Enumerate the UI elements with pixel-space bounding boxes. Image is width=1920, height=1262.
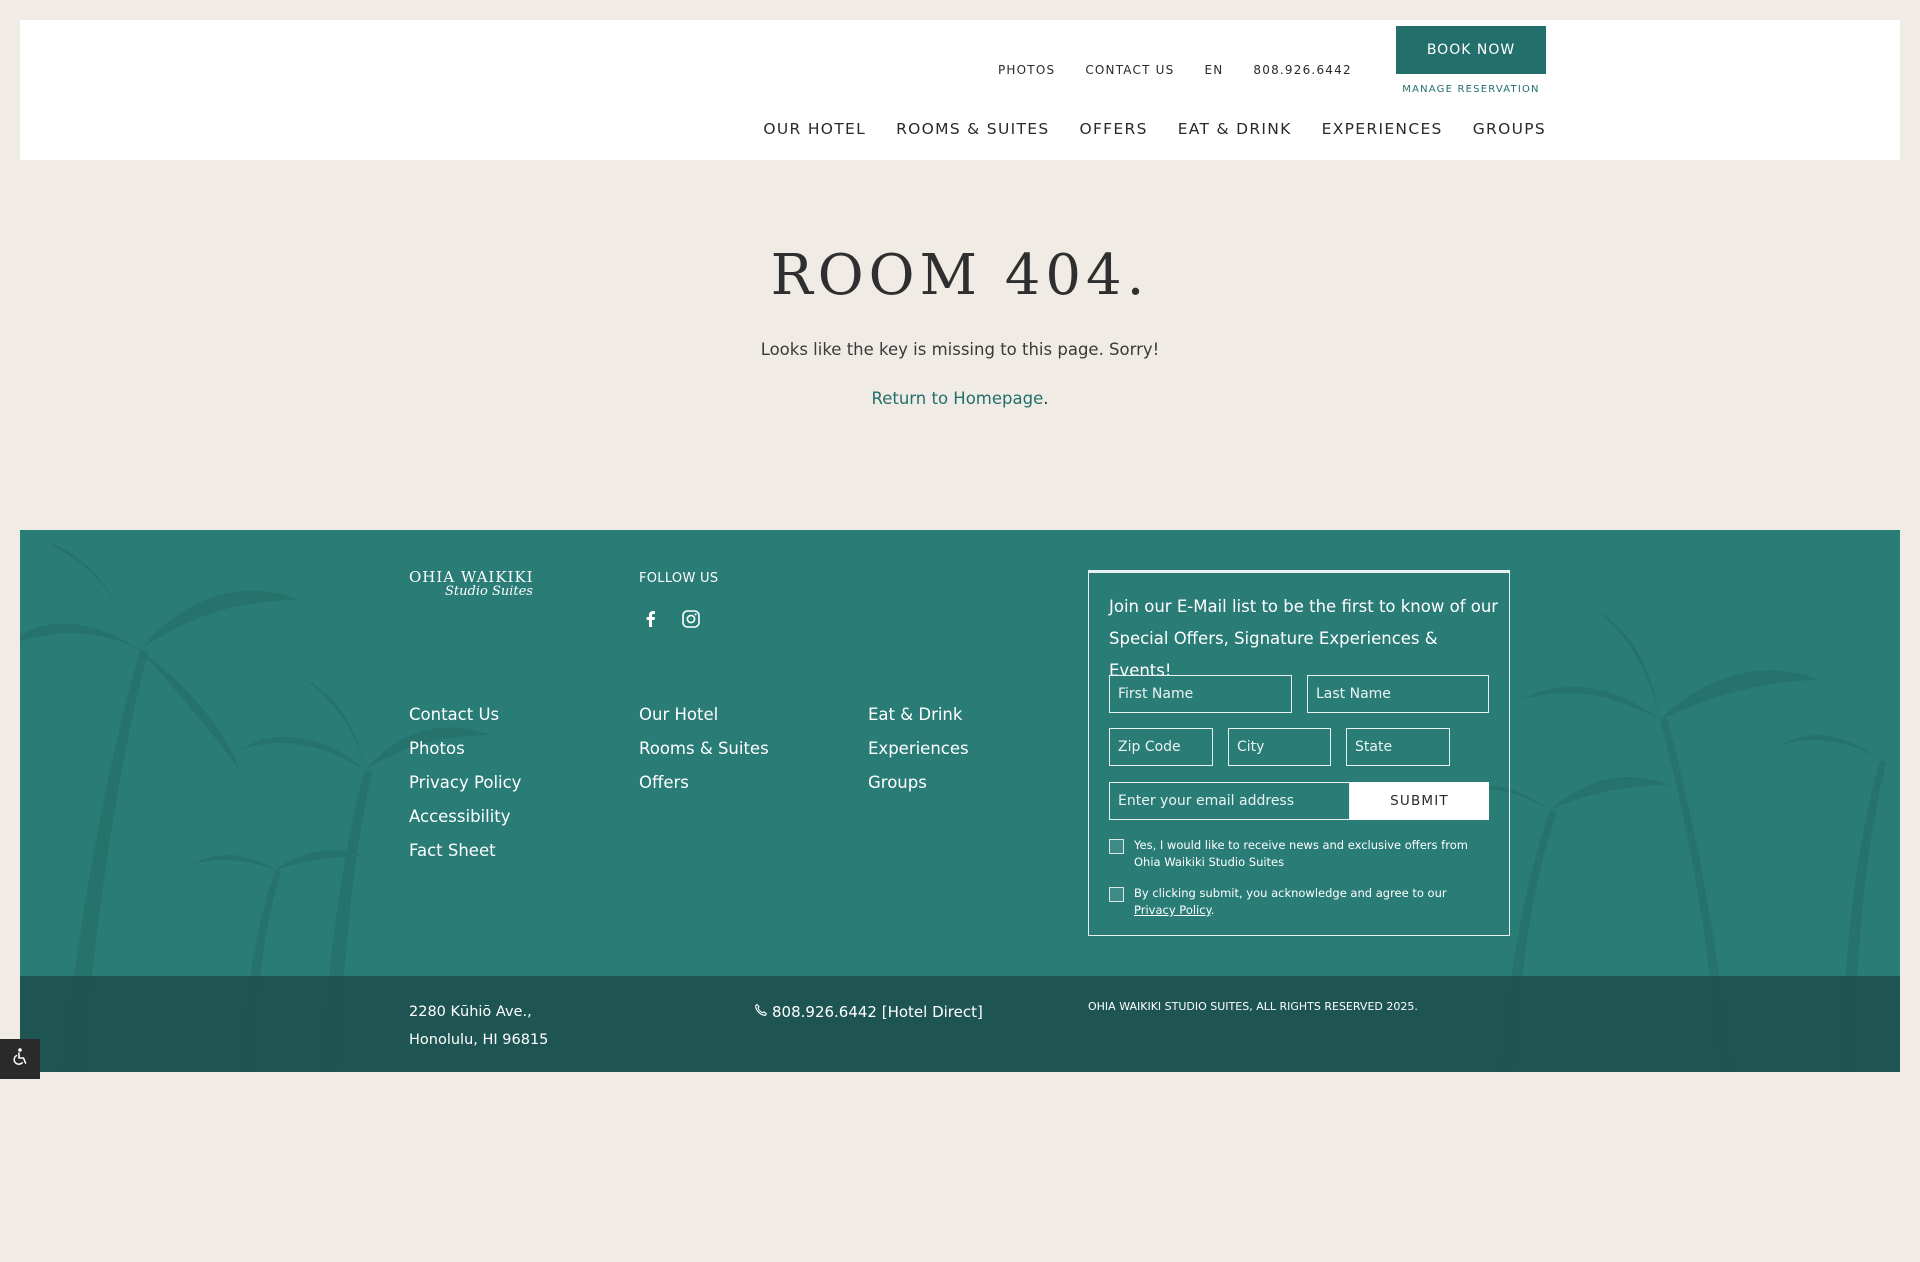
error-content: ROOM 404. Looks like the key is missing …: [0, 236, 1920, 408]
return-homepage-link[interactable]: Return to Homepage: [872, 389, 1044, 408]
return-suffix: .: [1043, 389, 1049, 408]
consent-news-checkbox[interactable]: [1109, 839, 1124, 854]
signup-heading: Join our E-Mail list to be the first to …: [1109, 597, 1499, 680]
site-header: PHOTOS CONTACT US EN 808.926.6442 BOOK N…: [20, 20, 1900, 160]
return-line: Return to Homepage.: [0, 389, 1920, 408]
consent-news-label: Yes, I would like to receive news and ex…: [1134, 838, 1468, 869]
language-selector[interactable]: EN: [1204, 42, 1223, 78]
footer-link-groups[interactable]: Groups: [868, 772, 969, 793]
footer-links-col3: Eat & Drink Experiences Groups: [868, 704, 969, 793]
consent-row-news: Yes, I would like to receive news and ex…: [1109, 837, 1484, 871]
address-line1: 2280 Kūhiō Ave.,: [409, 1004, 532, 1020]
email-input[interactable]: [1109, 782, 1350, 820]
util-link-photos[interactable]: PHOTOS: [998, 42, 1055, 78]
error-title: ROOM 404.: [770, 243, 1150, 308]
nav-experiences[interactable]: EXPERIENCES: [1322, 120, 1443, 138]
instagram-icon[interactable]: [681, 609, 701, 629]
footer-link-eat-drink[interactable]: Eat & Drink: [868, 704, 969, 725]
copyright-text: OHIA WAIKIKI STUDIO SUITES, ALL RIGHTS R…: [1088, 1000, 1418, 1013]
footer-link-accessibility[interactable]: Accessibility: [409, 806, 521, 827]
accessibility-icon: [10, 1047, 30, 1071]
first-name-input[interactable]: [1109, 675, 1292, 713]
state-input[interactable]: [1346, 728, 1450, 766]
hotel-address: 2280 Kūhiō Ave., Honolulu, HI 96815: [409, 998, 548, 1054]
social-links: [641, 609, 701, 629]
book-now-button[interactable]: BOOK NOW: [1396, 26, 1546, 74]
footer-links-col2: Our Hotel Rooms & Suites Offers: [639, 704, 769, 793]
follow-us-label: FOLLOW US: [639, 571, 719, 586]
footer-bottom-bar: 2280 Kūhiō Ave., Honolulu, HI 96815 808.…: [20, 976, 1900, 1072]
consent-privacy-label: By clicking submit, you acknowledge and …: [1134, 885, 1484, 919]
main-nav: OUR HOTEL ROOMS & SUITES OFFERS EAT & DR…: [763, 120, 1546, 138]
footer-links-col1: Contact Us Photos Privacy Policy Accessi…: [409, 704, 521, 861]
nav-eat-drink[interactable]: EAT & DRINK: [1178, 120, 1292, 138]
util-link-contact[interactable]: CONTACT US: [1085, 42, 1174, 78]
nav-offers[interactable]: OFFERS: [1079, 120, 1147, 138]
consent-privacy-checkbox[interactable]: [1109, 887, 1124, 902]
footer-link-privacy-policy[interactable]: Privacy Policy: [409, 772, 521, 793]
footer-link-our-hotel[interactable]: Our Hotel: [639, 704, 769, 725]
util-link-phone[interactable]: 808.926.6442: [1253, 42, 1351, 78]
address-line2: Honolulu, HI 96815: [409, 1032, 549, 1048]
facebook-icon[interactable]: [641, 609, 661, 629]
phone-icon: [754, 998, 768, 1026]
consent-privacy-suffix: .: [1210, 903, 1215, 917]
footer-link-contact-us[interactable]: Contact Us: [409, 704, 521, 725]
email-signup-form: Join our E-Mail list to be the first to …: [1088, 570, 1510, 936]
privacy-policy-link[interactable]: Privacy Policy: [1134, 903, 1211, 917]
logo-line2: Studio Suites: [445, 584, 533, 599]
footer-link-fact-sheet[interactable]: Fact Sheet: [409, 840, 521, 861]
footer-logo[interactable]: OHIA WAIKIKI Studio Suites: [409, 568, 534, 599]
utility-nav: PHOTOS CONTACT US EN 808.926.6442: [998, 42, 1382, 98]
zip-code-input[interactable]: [1109, 728, 1213, 766]
footer-link-offers[interactable]: Offers: [639, 772, 769, 793]
submit-button[interactable]: SUBMIT: [1350, 782, 1489, 820]
accessibility-toggle[interactable]: [0, 1039, 40, 1079]
nav-our-hotel[interactable]: OUR HOTEL: [763, 120, 866, 138]
nav-groups[interactable]: GROUPS: [1473, 120, 1546, 138]
consent-privacy-prefix: By clicking submit, you acknowledge and …: [1134, 886, 1447, 900]
hotel-phone[interactable]: 808.926.6442 [Hotel Direct]: [754, 998, 983, 1026]
consent-row-privacy: By clicking submit, you acknowledge and …: [1109, 885, 1484, 919]
footer-link-experiences[interactable]: Experiences: [868, 738, 969, 759]
manage-reservation-link[interactable]: MANAGE RESERVATION: [1396, 84, 1546, 95]
footer-link-photos[interactable]: Photos: [409, 738, 521, 759]
city-input[interactable]: [1228, 728, 1331, 766]
footer-link-rooms-suites[interactable]: Rooms & Suites: [639, 738, 769, 759]
error-message: Looks like the key is missing to this pa…: [760, 340, 1160, 359]
nav-rooms-suites[interactable]: ROOMS & SUITES: [896, 120, 1049, 138]
phone-number: 808.926.6442 [Hotel Direct]: [772, 1003, 983, 1021]
last-name-input[interactable]: [1307, 675, 1489, 713]
site-footer: OHIA WAIKIKI Studio Suites FOLLOW US Con…: [20, 530, 1900, 1072]
